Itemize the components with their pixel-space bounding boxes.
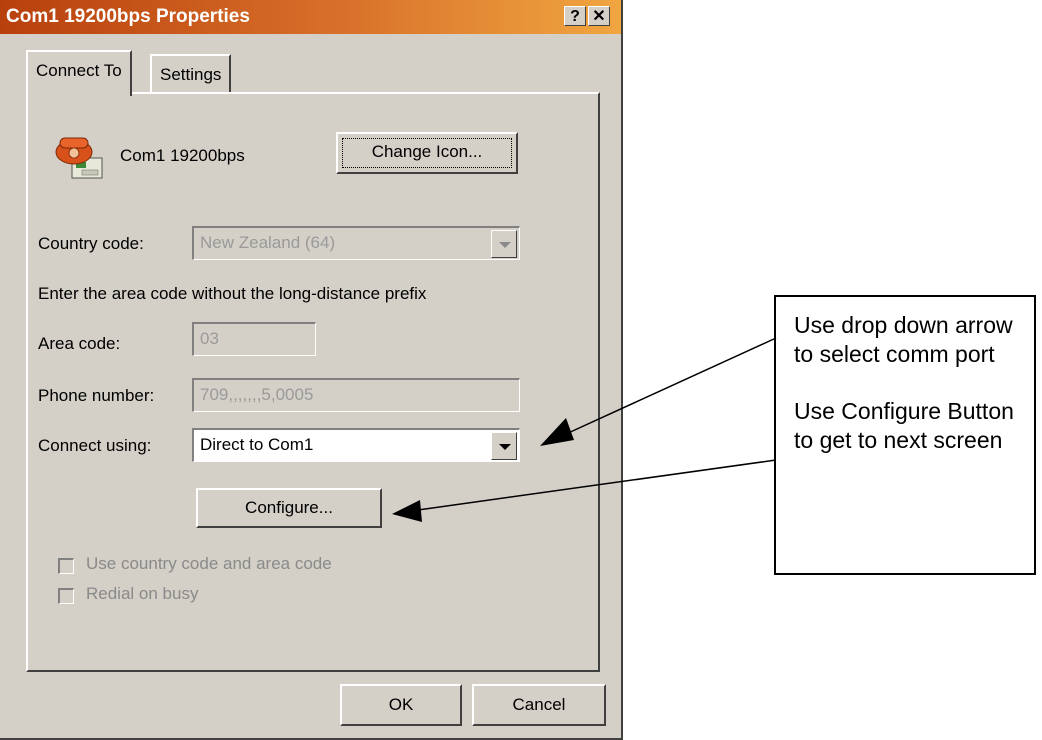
annotation-arrows: [392, 337, 777, 522]
arrow-head-configure: [392, 500, 422, 522]
tab-connect-to[interactable]: Connect To: [26, 50, 132, 96]
arrow-line-configure: [417, 459, 777, 511]
arrow-line-dropdown: [565, 337, 777, 435]
arrow-head-dropdown: [540, 418, 574, 446]
